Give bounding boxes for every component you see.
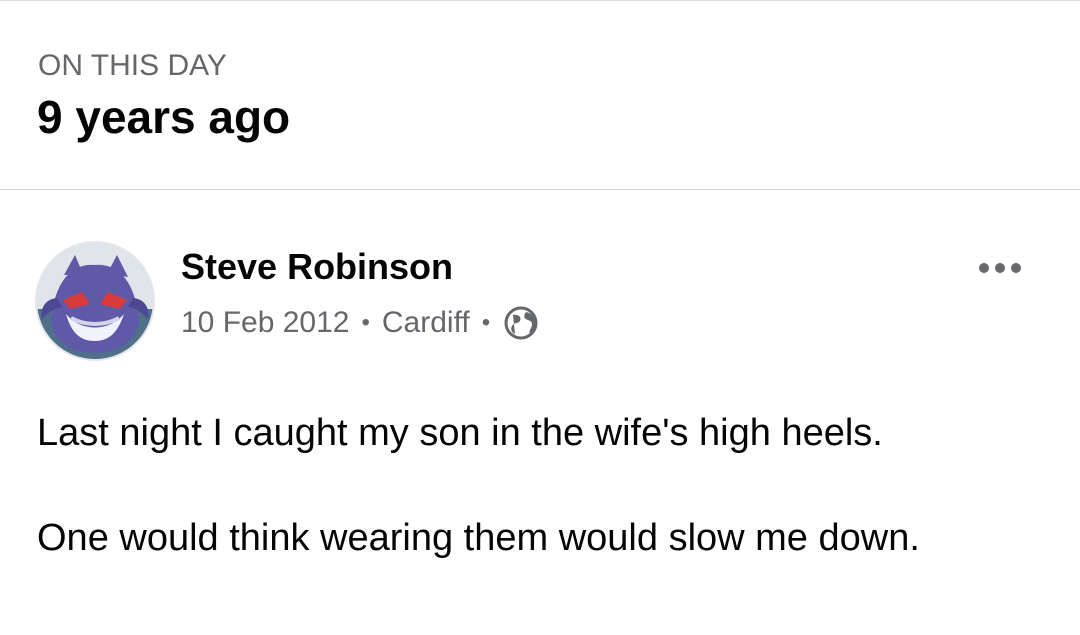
memory-title: 9 years ago bbox=[37, 91, 291, 143]
profile-avatar-icon bbox=[37, 243, 153, 359]
more-options-icon[interactable] bbox=[968, 248, 1032, 288]
memory-header: ON THIS DAY 9 years ago bbox=[0, 1, 1080, 189]
more-dot bbox=[995, 263, 1005, 273]
more-dot bbox=[979, 263, 989, 273]
post-meta: 10 Feb 2012 • Cardiff • bbox=[181, 303, 538, 343]
more-dot bbox=[1011, 263, 1021, 273]
post-text-line: One would think wearing them would slow … bbox=[37, 517, 920, 559]
memory-post: Steve Robinson 10 Feb 2012 • Cardiff • L… bbox=[0, 190, 1080, 635]
post-text-line: Last night I caught my son in the wife's… bbox=[37, 412, 883, 454]
post-date[interactable]: 10 Feb 2012 bbox=[181, 306, 349, 340]
memory-kicker: ON THIS DAY bbox=[38, 49, 227, 82]
post-location[interactable]: Cardiff bbox=[382, 306, 470, 340]
author-avatar[interactable] bbox=[37, 243, 153, 359]
meta-separator: • bbox=[361, 309, 370, 336]
meta-separator: • bbox=[481, 309, 491, 336]
globe-icon[interactable] bbox=[504, 306, 538, 340]
author-name[interactable]: Steve Robinson bbox=[181, 246, 453, 288]
